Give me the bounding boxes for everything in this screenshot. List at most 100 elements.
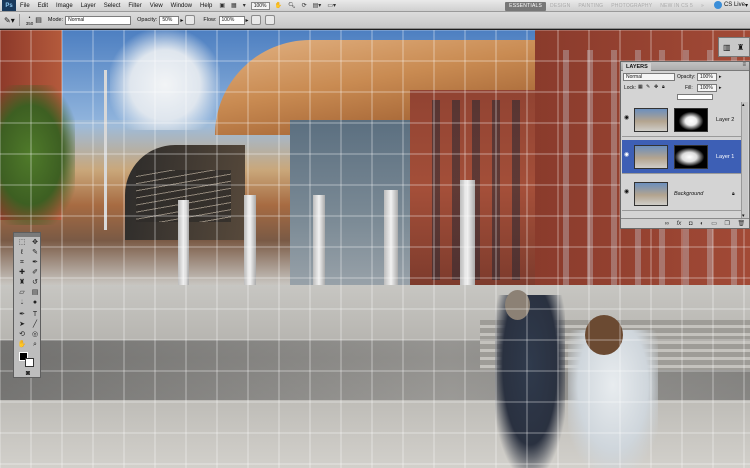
menu-layer[interactable]: Layer <box>77 3 100 9</box>
menu-file[interactable]: File <box>16 3 34 9</box>
path-selection-tool-icon[interactable]: ➤ <box>17 320 27 329</box>
lasso-tool-icon[interactable]: ℓ <box>17 248 27 257</box>
airbrush-button[interactable] <box>250 15 261 25</box>
adjustment-icon[interactable]: ◐ <box>700 221 704 227</box>
workspace-new-in-cs5[interactable]: NEW IN CS 5 <box>656 3 697 9</box>
healing-brush-tool-icon[interactable]: ✚ <box>17 268 27 277</box>
3d-orbit-tool-icon[interactable]: ◎ <box>30 330 40 339</box>
brush-preset-picker[interactable]: • 350 <box>26 15 34 26</box>
3d-rotate-tool-icon[interactable]: ⟲ <box>17 330 27 339</box>
mode-select[interactable]: Normal <box>65 15 132 25</box>
opacity-field[interactable]: 50% <box>159 15 180 25</box>
layer-name[interactable]: Background <box>674 191 703 197</box>
rotate-view-icon[interactable]: ⟳ <box>299 2 310 9</box>
bridge-icon[interactable]: ▣ <box>216 2 228 9</box>
menu-view[interactable]: View <box>146 3 167 9</box>
workspace-more-icon[interactable]: » <box>697 3 708 9</box>
gradient-tool-icon[interactable]: ▤ <box>30 288 40 297</box>
history-brush-tool-icon[interactable]: ↺ <box>30 278 40 287</box>
fx-icon[interactable]: fx <box>677 221 682 227</box>
menu-select[interactable]: Select <box>100 3 125 9</box>
layer-name[interactable]: Layer 2 <box>716 117 734 123</box>
dodge-tool-icon[interactable]: ● <box>30 298 40 307</box>
workspace-essentials[interactable]: ESSENTIALS <box>505 1 547 11</box>
layers-scrollbar[interactable]: ▴ ▾ <box>741 102 748 219</box>
layer-mask-thumbnail[interactable] <box>674 145 708 169</box>
flow-label: Flow: <box>203 17 217 23</box>
layer-thumbnail <box>634 108 668 132</box>
menu-image[interactable]: Image <box>52 3 77 9</box>
trash-icon[interactable]: 🗑︎ <box>738 220 746 227</box>
new-layer-icon[interactable]: ❐ <box>725 220 730 227</box>
tab-layers[interactable]: LAYERS <box>623 63 651 71</box>
move-tool-icon[interactable]: ✥ <box>30 238 40 247</box>
zoom-tool-icon[interactable]: 🔍︎ <box>285 2 299 9</box>
layer-opacity-field[interactable]: 100% <box>697 73 717 81</box>
opacity-arrow-icon[interactable]: ▸ <box>180 17 183 24</box>
type-tool-icon[interactable]: T <box>30 310 40 319</box>
brush-tool-icon[interactable]: ✐ <box>30 268 40 277</box>
blur-tool-icon[interactable]: 💧︎ <box>17 298 27 307</box>
mini-bridge-icon[interactable]: ▦ <box>228 2 240 9</box>
hand-tool-icon[interactable]: ✋ <box>17 340 27 349</box>
scroll-up-icon[interactable]: ▴ <box>742 102 745 108</box>
fill-field[interactable]: 100% <box>697 84 717 92</box>
menu-filter[interactable]: Filter <box>124 3 145 9</box>
quick-mask-icon[interactable]: ◙ <box>23 369 33 378</box>
layer-row-background[interactable]: ◉ Background 🔒︎ <box>622 177 742 211</box>
clone-stamp-tool-icon[interactable]: ♜ <box>17 278 27 287</box>
layer-name-edit-field[interactable] <box>677 94 713 100</box>
tablet-pressure-opacity-button[interactable] <box>185 15 196 25</box>
tablet-pressure-size-button[interactable] <box>264 15 275 25</box>
fill-arrow-icon[interactable]: ▸ <box>719 85 722 91</box>
flow-arrow-icon[interactable]: ▸ <box>246 17 249 24</box>
layer-name[interactable]: Layer 1 <box>716 154 734 160</box>
layer-row-layer-2[interactable]: ◉ Layer 2 <box>622 103 742 137</box>
eraser-tool-icon[interactable]: ▱ <box>17 288 27 297</box>
visibility-eye-icon[interactable]: ◉ <box>624 189 630 195</box>
visibility-eye-icon[interactable]: ◉ <box>624 115 630 121</box>
lock-image-icon[interactable]: ✎ <box>646 84 650 90</box>
brush-panel-icon[interactable]: ▤ <box>35 16 42 24</box>
shape-tool-icon[interactable]: ╱ <box>30 320 40 329</box>
pen-tool-icon[interactable]: ✒ <box>17 310 27 319</box>
folder-icon[interactable]: ▭ <box>711 220 717 227</box>
tools-panel-header[interactable] <box>14 233 40 237</box>
link-icon[interactable]: ∞ <box>665 221 669 227</box>
opacity-arrow-icon[interactable]: ▸ <box>719 74 722 80</box>
menu-help[interactable]: Help <box>196 3 216 9</box>
zoom-level-field[interactable]: 100% <box>250 1 270 10</box>
marquee-tool-icon[interactable]: ⬚ <box>17 238 27 247</box>
background-color-swatch[interactable] <box>25 358 34 367</box>
layer-mask-thumbnail[interactable] <box>674 108 708 132</box>
mask-icon[interactable]: ◘ <box>689 221 693 227</box>
brush-tool-preset-icon[interactable]: ✎▾ <box>4 16 15 25</box>
lock-all-icon[interactable]: 🔒︎ <box>662 84 665 90</box>
extras-dropdown-icon[interactable]: ▾ <box>240 2 249 9</box>
workspace-photography[interactable]: PHOTOGRAPHY <box>607 3 656 9</box>
workspace-design[interactable]: DESIGN <box>546 3 574 9</box>
eyedropper-tool-icon[interactable]: ✒ <box>30 258 40 267</box>
menu-edit[interactable]: Edit <box>34 3 52 9</box>
lock-icon: 🔒︎ <box>732 191 735 197</box>
arrange-documents-icon[interactable]: ▤▾ <box>310 2 325 9</box>
crop-tool-icon[interactable]: ⌗ <box>17 258 27 267</box>
layer-row-layer-1[interactable]: ◉ Layer 1 <box>622 140 742 174</box>
zoom-tool-icon[interactable]: ⌕ <box>30 340 40 349</box>
quick-selection-tool-icon[interactable]: ✎ <box>30 248 40 257</box>
workspace-painting[interactable]: PAINTING <box>574 3 607 9</box>
visibility-eye-icon[interactable]: ◉ <box>624 152 630 158</box>
lock-position-icon[interactable]: ✥ <box>654 84 658 90</box>
hand-tool-icon[interactable]: ✋ <box>272 2 285 9</box>
panel-menu-icon[interactable]: ≡ <box>742 62 746 68</box>
brush-panel-icon[interactable]: ▥ <box>723 43 731 52</box>
cs-live-button[interactable]: CS Live ▾ <box>713 1 748 9</box>
screen-mode-icon[interactable]: ▭▾ <box>324 2 339 9</box>
clone-source-panel-icon[interactable]: ♜ <box>737 43 744 52</box>
lock-transparency-icon[interactable]: ▦ <box>638 84 643 90</box>
layers-panel-footer: ∞ fx ◘ ◐ ▭ ❐ 🗑︎ <box>621 218 749 228</box>
menu-window[interactable]: Window <box>167 3 196 9</box>
blend-mode-select[interactable]: Normal <box>623 73 675 81</box>
tools-panel: ✥ ⬚ ℓ ✎ ⌗ ✒ ✚ ✐ ♜ ↺ ▱ ▤ 💧︎ ● ✒ T ➤ ╱ ⟲ ◎… <box>13 232 41 378</box>
flow-field[interactable]: 100% <box>218 15 245 25</box>
